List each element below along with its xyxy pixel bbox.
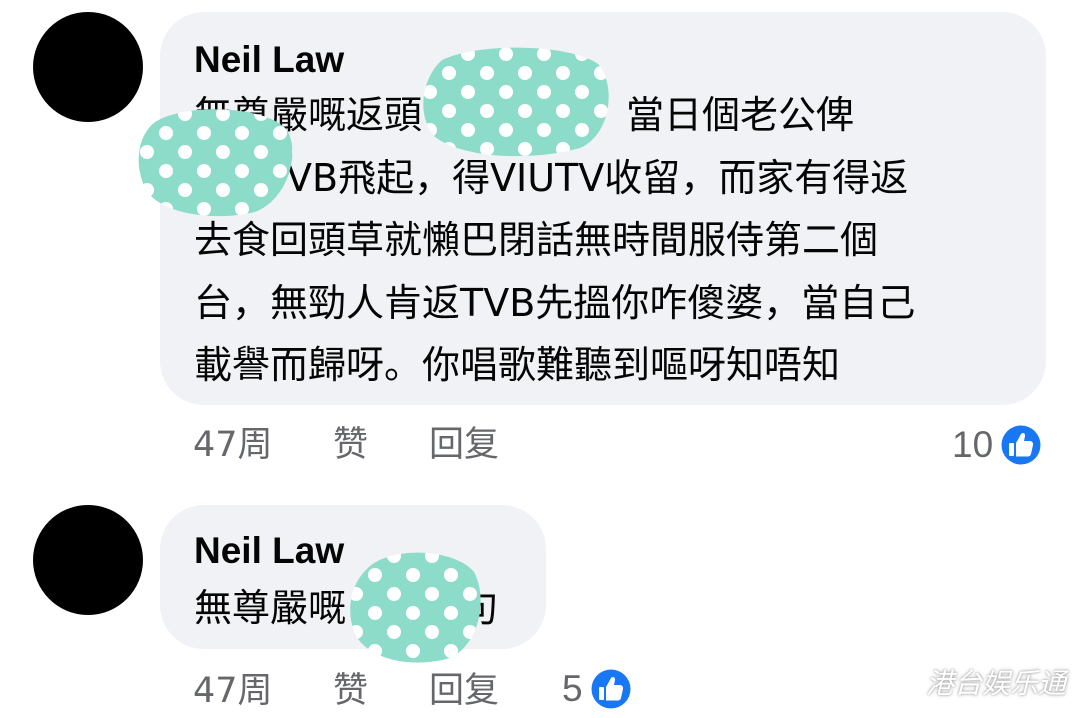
reply-button[interactable]: 回复 (429, 420, 499, 470)
redaction-blot (350, 552, 481, 663)
redaction-blot (423, 47, 609, 157)
comment-time[interactable]: 47周 (193, 666, 273, 716)
comment-author[interactable]: Neil Law (194, 38, 344, 82)
comment-text-line: 載譽而歸呀。你唱歌難聽到嘔呀知唔知 (194, 343, 841, 387)
thumbs-up-icon (1000, 424, 1043, 466)
like-button[interactable]: 赞 (333, 666, 368, 716)
comment-text-line: 去食回頭草就懶巴閉話無時間服侍第二個 (194, 218, 879, 262)
thumbs-up-icon (589, 668, 632, 710)
reaction-count: 5 (562, 668, 583, 709)
comment-text-line: 無尊嚴嘅 (194, 586, 347, 630)
comment-author[interactable]: Neil Law (194, 529, 344, 573)
reply-button[interactable]: 回复 (429, 666, 499, 716)
comment-text-line: 台，無勁人肯返TVB先搵你咋傻婆，當自己 (194, 281, 916, 325)
redaction-blot (138, 109, 293, 217)
comment-time[interactable]: 47周 (193, 420, 273, 470)
reaction-summary[interactable]: 5 (562, 664, 633, 714)
avatar[interactable] (33, 12, 143, 122)
reaction-summary[interactable]: 10 (952, 420, 1043, 470)
avatar[interactable] (33, 505, 143, 615)
watermark: 港台娱乐通 (925, 667, 1066, 700)
like-button[interactable]: 赞 (333, 420, 368, 470)
comment-text-line: 當日個老公俾 (626, 93, 855, 137)
comment-actions: 47周 赞 回复 (193, 420, 1053, 474)
reaction-count: 10 (952, 424, 994, 465)
